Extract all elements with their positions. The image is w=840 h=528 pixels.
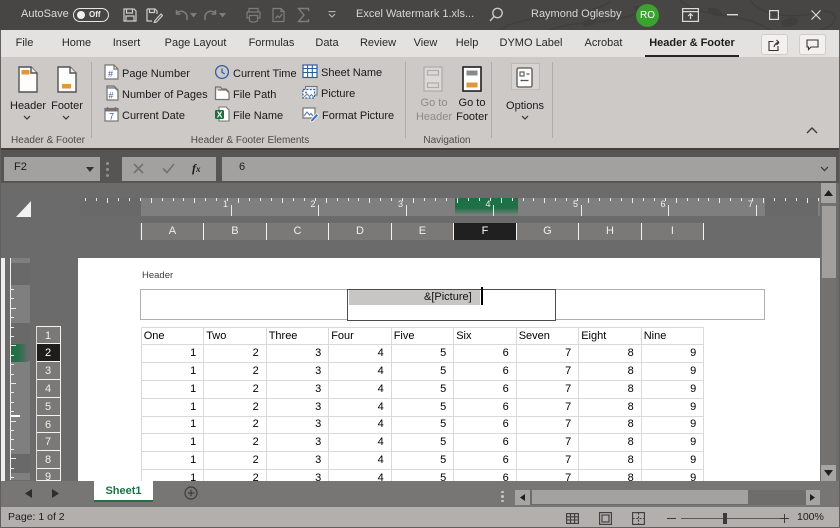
svg-text:#: # [109,91,114,101]
svg-text:#: # [108,69,113,79]
svg-text:7: 7 [109,112,114,122]
svg-text:X: X [217,110,223,120]
